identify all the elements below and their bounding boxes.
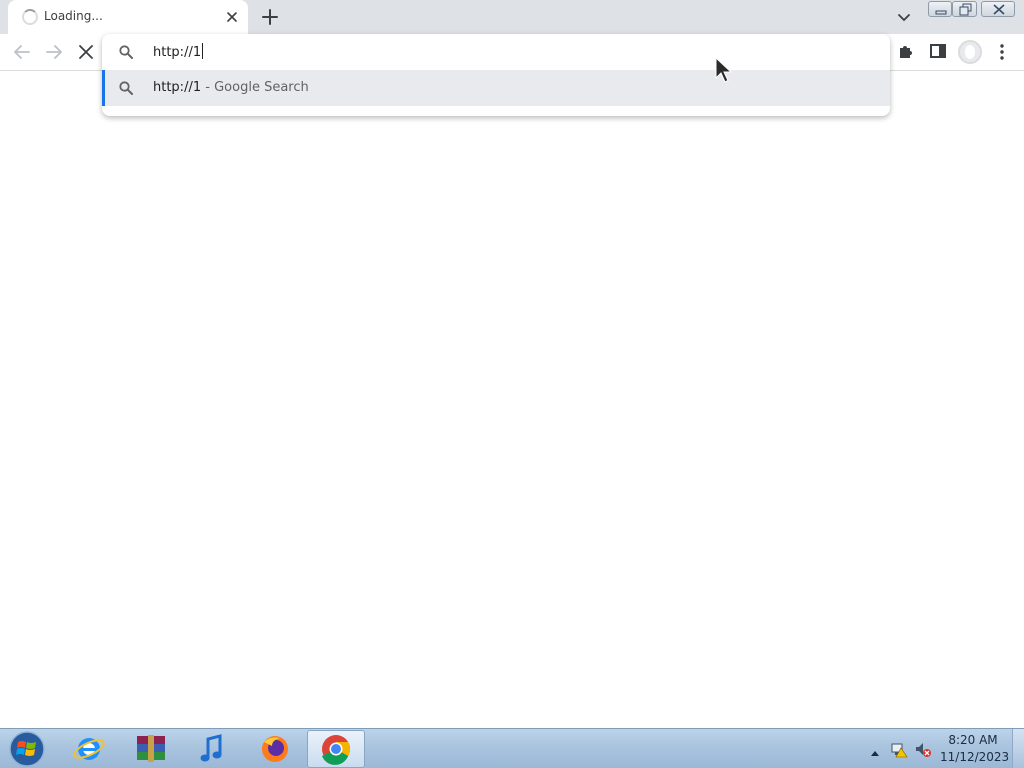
more-vert-icon [1000, 44, 1004, 60]
address-input[interactable]: http://1 [153, 43, 204, 60]
puzzle-icon [900, 46, 912, 58]
search-icon [118, 80, 134, 96]
suggestion-separator: - [205, 80, 210, 95]
windows-logo-icon [9, 731, 45, 767]
firefox-icon [262, 736, 288, 762]
suggestion-description: Google Search [214, 80, 309, 95]
new-tab-button[interactable] [259, 6, 281, 28]
system-clock[interactable]: 8:20 AM 11/12/2023 [940, 732, 1010, 766]
triangle-up-icon [871, 751, 879, 756]
omnibox-popup: http://1 http://1 - Google Search [102, 34, 890, 116]
clock-date: 11/12/2023 [940, 750, 1010, 764]
arrow-left-icon [14, 45, 30, 59]
chevron-down-icon [898, 14, 910, 22]
tab-search-button[interactable] [894, 7, 914, 27]
minimize-icon [935, 10, 947, 15]
close-icon [227, 12, 237, 22]
plus-icon [262, 9, 278, 25]
chrome-icon [322, 735, 350, 765]
profile-avatar[interactable] [958, 40, 982, 64]
omnibox-suggestion[interactable]: http://1 - Google Search [102, 70, 890, 106]
winrar-icon [137, 735, 165, 762]
close-icon [993, 4, 1005, 15]
internet-explorer-icon [73, 738, 105, 760]
screen: Loading... http://1 http://1 - Google Se… [0, 0, 1024, 768]
network-warning-icon [891, 743, 908, 758]
browser-menu-button[interactable] [994, 41, 1010, 63]
tab-strip: Loading... [0, 0, 1024, 34]
tab-close-button[interactable] [223, 8, 241, 26]
volume-button[interactable] [914, 740, 932, 758]
side-panel-icon [930, 44, 946, 58]
stop-loading-button[interactable] [75, 41, 97, 63]
window-restore-button[interactable] [952, 1, 977, 17]
arrow-right-icon [46, 45, 62, 59]
suggestion-text: http://1 - Google Search [153, 80, 309, 95]
show-desktop-button[interactable] [1012, 729, 1024, 768]
back-button[interactable] [11, 41, 33, 63]
suggestion-query: http://1 [153, 80, 202, 95]
address-bar[interactable]: http://1 [102, 34, 890, 70]
mouse-cursor-icon [715, 56, 733, 83]
search-icon [118, 44, 134, 60]
browser-tab[interactable]: Loading... [8, 0, 248, 34]
start-button[interactable] [6, 730, 48, 768]
tab-title: Loading... [44, 9, 103, 23]
music-note-icon [200, 734, 222, 762]
window-close-button[interactable] [981, 1, 1015, 17]
page-content [0, 72, 1024, 728]
taskbar: 8:20 AM 11/12/2023 [0, 728, 1024, 768]
side-panel-button[interactable] [928, 41, 948, 61]
forward-button[interactable] [43, 41, 65, 63]
window-minimize-button[interactable] [928, 1, 952, 17]
extensions-button[interactable] [896, 41, 916, 61]
taskbar-itunes[interactable] [184, 730, 242, 768]
taskbar-chrome[interactable] [307, 730, 365, 768]
network-status-button[interactable] [890, 740, 908, 758]
taskbar-internet-explorer[interactable] [60, 730, 118, 768]
clock-time: 8:20 AM [948, 733, 998, 747]
loading-spinner-icon [22, 9, 38, 25]
volume-muted-icon [916, 743, 931, 757]
restore-icon [959, 3, 972, 16]
show-hidden-icons-button[interactable] [869, 743, 881, 756]
taskbar-firefox[interactable] [246, 730, 304, 768]
taskbar-winrar[interactable] [122, 730, 180, 768]
close-icon [79, 45, 93, 59]
text-caret [202, 43, 204, 59]
